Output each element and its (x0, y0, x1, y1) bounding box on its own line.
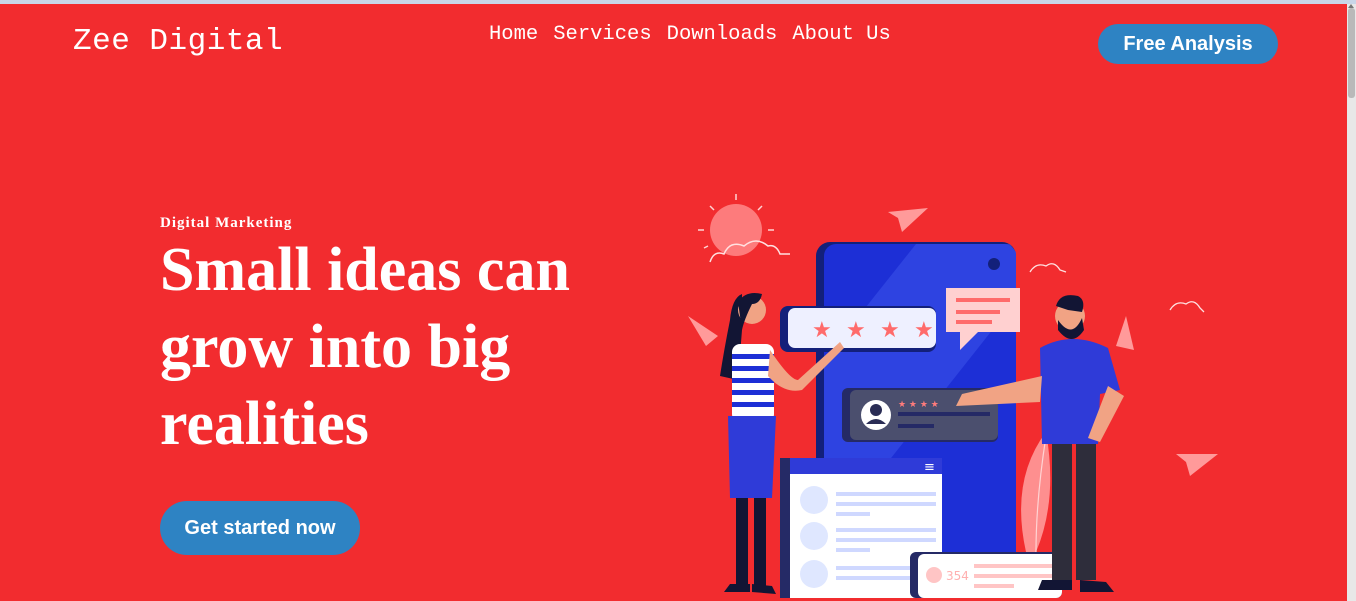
scrollbar-thumb[interactable] (1348, 8, 1355, 98)
review-stars: ★ ★ ★ ★ (898, 400, 939, 410)
get-started-button[interactable]: Get started now (160, 501, 360, 555)
paper-plane-icon (888, 208, 928, 232)
comment-count: 354 (946, 569, 969, 583)
star-icon: ★ (846, 318, 866, 343)
nav-about-us[interactable]: About Us (792, 23, 890, 46)
page-scrollbar[interactable] (1347, 4, 1356, 601)
rating-card: ★ ★ ★ ★ (780, 306, 936, 352)
sun-icon (698, 194, 790, 263)
brand-logo[interactable]: Zee Digital (73, 24, 283, 59)
nav-services[interactable]: Services (553, 23, 651, 46)
leaf-icon (1021, 432, 1051, 552)
cloud-icon (1029, 263, 1067, 273)
menu-icon: ≡ (924, 460, 935, 475)
hero-eyebrow: Digital Marketing (160, 215, 293, 231)
star-icon: ★ (880, 318, 900, 343)
hero-headline: Small ideas can grow into big realities (160, 236, 570, 458)
nav-home[interactable]: Home (489, 23, 538, 46)
star-icon: ★ (914, 318, 934, 343)
browser-top-edge (0, 0, 1356, 4)
comment-count-card: 354 (910, 552, 1062, 598)
free-analysis-button[interactable]: Free Analysis (1098, 24, 1278, 64)
cloud-icon (1169, 301, 1205, 313)
paper-plane-icon (1116, 316, 1134, 350)
main-nav: Home Services Downloads About Us (489, 23, 891, 46)
hero-illustration: ★ ★ ★ ★ ★ ★ ★ ★ ≡ 354 (688, 194, 1218, 598)
paper-plane-icon (688, 316, 718, 346)
comment-icon (926, 567, 942, 583)
star-icon: ★ (812, 318, 832, 343)
nav-downloads[interactable]: Downloads (667, 23, 778, 46)
paper-plane-icon (1176, 454, 1218, 476)
